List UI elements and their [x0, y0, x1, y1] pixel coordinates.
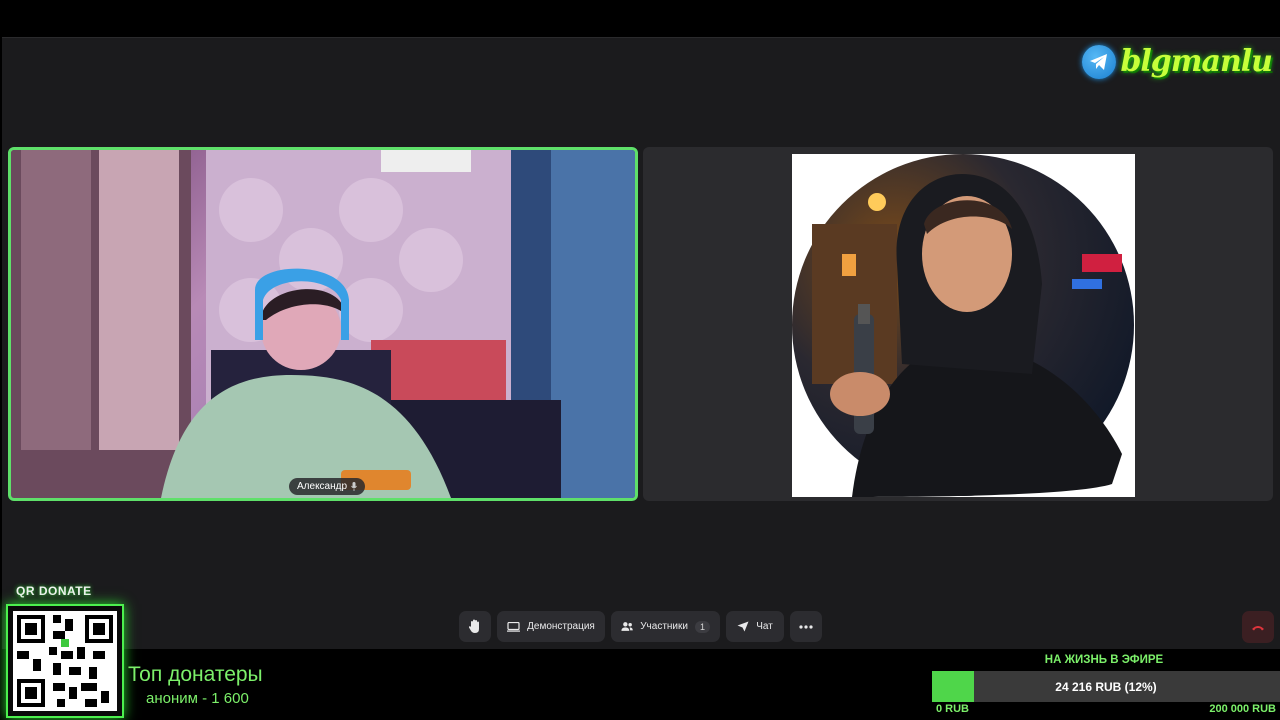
donation-goal-progress-bar: 24 216 RUB (12%) [932, 671, 1280, 702]
participant-video-tile[interactable]: Александр [8, 147, 638, 501]
monitor-icon [507, 621, 521, 632]
top-donors-title: Топ донатеры [128, 663, 263, 686]
end-call-button[interactable] [1242, 611, 1274, 643]
avatar [792, 154, 1134, 497]
qr-code-pattern [13, 611, 117, 711]
chat-label: Чат [756, 621, 773, 632]
microphone-icon [351, 482, 357, 491]
qr-code-image [13, 611, 117, 711]
donation-goal-min-label: 0 RUB [936, 703, 970, 715]
more-options-button[interactable] [790, 611, 822, 642]
brand-name: blgmanlu [1120, 44, 1273, 79]
donation-goal-title: НА ЖИЗНЬ В ЭФИРЕ [1044, 654, 1164, 666]
donation-goal-progress-text: 24 216 RUB (12%) [1055, 679, 1157, 694]
hand-icon [468, 619, 479, 633]
donation-goal-max-label: 200 000 RUB [1209, 703, 1276, 715]
participant-avatar-image [792, 154, 1135, 497]
hang-up-phone-icon [1252, 625, 1264, 630]
stream-screen: blgmanlu Александр Демонстрация Участник… [0, 0, 1280, 720]
participant-video-frame [11, 150, 635, 498]
participant-name: Александр [297, 481, 348, 492]
participant-avatar-tile[interactable] [643, 147, 1273, 501]
screen-share-label: Демонстрация [527, 621, 595, 632]
call-toolbar: Демонстрация Участники 1 Чат [0, 611, 1280, 643]
participant-name-chip: Александр [289, 478, 366, 495]
qr-donate-frame [6, 604, 124, 718]
chat-button[interactable]: Чат [726, 611, 784, 642]
people-icon [621, 622, 633, 631]
telegram-icon [1082, 44, 1117, 79]
qr-donate-title: QR DONATE [16, 584, 92, 598]
raise-hand-button[interactable] [459, 611, 491, 642]
participants-button[interactable]: Участники 1 [611, 611, 720, 642]
participants-label: Участники [640, 621, 688, 632]
screen-share-button[interactable]: Демонстрация [497, 611, 605, 642]
participants-count-badge: 1 [694, 620, 710, 633]
brand-watermark: blgmanlu [1082, 44, 1273, 79]
top-donor-entry: аноним - 1 600 [146, 690, 249, 707]
send-icon [737, 621, 749, 632]
more-dots-icon [799, 624, 813, 629]
